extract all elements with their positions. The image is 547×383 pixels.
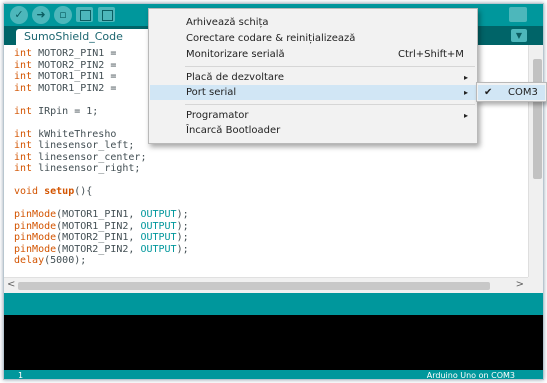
menu-item-label: Încarcă Bootloader [186,125,281,136]
menu-item-label: Port serial [186,87,237,98]
menu-item-label: Placă de dezvoltare [186,72,285,83]
code-token: MOTOR1_PIN2 = [38,82,117,94]
submenu-arrow-icon: ▸ [463,88,468,97]
code-token: setup [44,186,75,197]
menu-item-label: Programator [186,110,249,121]
code-token: (MOTOR1_PIN1, [56,209,141,220]
code-token: int [14,151,39,163]
vertical-scrollbar[interactable] [528,45,543,277]
code-token: pinMode [14,220,57,232]
code-token: (){ [74,186,93,197]
code-token: int [14,105,39,117]
code-token: (MOTOR2_PIN1, [56,232,141,243]
code-token: MOTOR2_PIN1 = [38,48,117,59]
tab-sketch[interactable]: SumoShield_Code [16,29,156,45]
code-token: int [14,48,39,59]
code-token: linesensor_center; [38,151,147,163]
menu-item-burn-bootloader[interactable]: Încarcă Bootloader [150,123,476,138]
code-token: ); [176,220,189,232]
menu-item-fix-encoding[interactable]: Corectare codare & reinițializează [150,31,476,46]
submenu-item-com3[interactable]: ✔ COM3 [478,85,545,100]
menu-item-serial-port[interactable]: Port serial ▸ [150,85,476,100]
code-token: kWhiteThresho [38,128,117,140]
message-bar [4,293,543,315]
code-token: OUTPUT [140,243,177,255]
menu-item-programmer[interactable]: Programator ▸ [150,108,476,123]
horizontal-scrollbar[interactable]: < > [4,277,528,293]
line-number: 1 [18,371,24,380]
code-line: int linesensor_right; [14,163,528,175]
code-token: pinMode [14,209,57,220]
menu-separator [185,66,475,67]
menu-item-label: Arhivează schița [186,17,269,28]
code-token: void [14,186,45,197]
code-token: delay [14,255,45,266]
code-token: MOTOR1_PIN1 = [38,71,117,82]
code-token: ); [176,209,189,220]
new-sketch-button[interactable]: ▫ [54,6,72,24]
upload-button[interactable]: ➜ [32,6,50,24]
scroll-left-icon[interactable]: < [7,279,15,290]
code-token: linesensor_right; [38,163,141,174]
shortcut-label: Ctrl+Shift+M [398,49,464,60]
code-token: OUTPUT [140,232,177,243]
code-token: int [14,82,39,94]
code-token: pinMode [14,243,57,255]
verify-button[interactable]: ✓ [10,6,28,24]
code-token: int [14,59,39,71]
open-sketch-button[interactable] [76,7,93,22]
code-token: linesensor_left; [38,140,135,151]
status-footer: 1 Arduino Uno on COM3 [4,370,543,380]
submenu-arrow-icon: ▸ [463,111,468,120]
code-token: OUTPUT [140,209,177,220]
code-token: MOTOR2_PIN2 = [38,59,117,71]
menu-separator [185,104,475,105]
code-token: IRpin = 1; [38,105,99,117]
code-token: int [14,140,39,151]
code-line: pinMode(MOTOR2_PIN2, OUTPUT); [14,244,528,256]
code-token: (5000); [44,255,87,266]
code-line: delay(5000); [14,255,528,267]
code-token: pinMode [14,232,57,243]
submenu-arrow-icon: ▸ [463,73,468,82]
code-line: void setup(){ [14,186,528,198]
menu-item-label: Monitorizare serială [186,49,285,60]
menu-item-archive-sketch[interactable]: Arhivează schița [150,15,476,30]
menu-item-serial-monitor[interactable]: Monitorizare serială Ctrl+Shift+M [150,47,476,62]
serial-monitor-icon[interactable] [509,7,527,22]
horizontal-scroll-thumb[interactable] [18,282,490,290]
code-token: int [14,128,39,140]
code-line: pinMode(MOTOR2_PIN1, OUTPUT); [14,232,528,244]
menu-item-label: Corectare codare & reinițializează [186,33,356,44]
code-token: ); [176,243,189,255]
scroll-corner [528,277,543,293]
code-line: pinMode(MOTOR1_PIN2, OUTPUT); [14,221,528,233]
board-status: Arduino Uno on COM3 [426,371,515,380]
code-token: (MOTOR2_PIN2, [56,243,141,255]
tools-menu: Arhivează schița Corectare codare & rein… [148,8,478,144]
console-output[interactable] [4,315,543,370]
code-token: OUTPUT [140,220,177,232]
vertical-scroll-thumb[interactable] [533,59,542,179]
code-token: (MOTOR1_PIN2, [56,220,141,232]
code-line: pinMode(MOTOR1_PIN1, OUTPUT); [14,209,528,221]
code-token: ); [176,232,189,243]
code-line: int linesensor_center; [14,152,528,164]
menu-item-board[interactable]: Placă de dezvoltare ▸ [150,70,476,85]
serial-port-submenu: ✔ COM3 [476,82,547,102]
code-token: int [14,163,39,174]
port-label: COM3 [508,87,538,98]
scroll-right-icon[interactable]: > [516,279,524,290]
check-icon: ✔ [484,87,493,98]
chevron-down-icon[interactable]: ▼ [511,29,527,42]
code-token: int [14,71,39,82]
save-sketch-button[interactable] [98,7,115,22]
